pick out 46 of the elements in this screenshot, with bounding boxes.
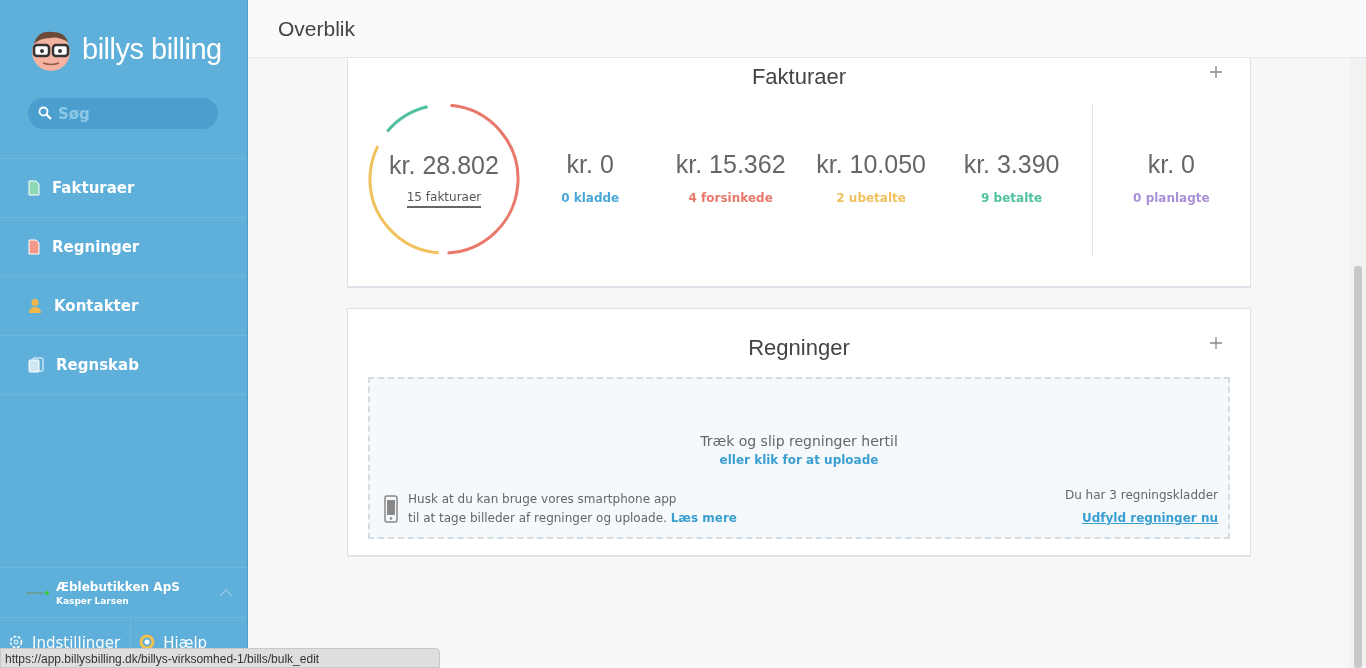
person-icon bbox=[28, 298, 42, 314]
settings-icon bbox=[8, 634, 24, 650]
nav-item[interactable]: Kontakter bbox=[0, 277, 247, 336]
stat-amount: kr. 10.050 bbox=[816, 149, 927, 179]
page-title: Overblik bbox=[278, 16, 356, 41]
stat-amount: kr. 15.362 bbox=[675, 149, 786, 179]
invoice-count-link[interactable]: 15 fakturaer bbox=[406, 189, 482, 208]
document-icon bbox=[28, 180, 40, 196]
drafts-text: Du har 3 regningskladder bbox=[1064, 488, 1218, 502]
plus-icon bbox=[1210, 66, 1222, 78]
status-url-tooltip: https://app.billysbilling.dk/billys-virksomhed-1/bills/bulk_edit bbox=[0, 648, 440, 668]
stat-link[interactable]: 4 forsinkede bbox=[688, 190, 773, 209]
documents-icon bbox=[28, 357, 44, 373]
nav-item[interactable]: Regnskab bbox=[0, 336, 247, 395]
drop-text: Træk og slip regninger hertil bbox=[700, 433, 898, 449]
company-logo-icon bbox=[26, 589, 50, 596]
fill-bills-link[interactable]: Udfyld regninger nu bbox=[1082, 511, 1218, 525]
nav-item[interactable]: Regninger bbox=[0, 218, 247, 277]
document-icon bbox=[28, 239, 40, 255]
scrollbar[interactable] bbox=[1350, 58, 1366, 668]
stat-amount: kr. 0 bbox=[566, 149, 614, 179]
upload-link[interactable]: eller klik for at uploade bbox=[719, 453, 879, 467]
stat-link[interactable]: 0 planlagte bbox=[1133, 190, 1210, 209]
stat-amount: kr. 0 bbox=[1147, 149, 1195, 179]
nav-item[interactable]: Fakturaer bbox=[0, 159, 247, 218]
drop-zone[interactable]: Træk og slip regninger hertil eller klik for at uploade Husk at du kan bruge vores smartphone app til at tage billeder af regninger og uploade. Læs mere Du har 3 regningskladder Udfyld regninger nu bbox=[368, 377, 1230, 539]
stat-link[interactable]: 0 kladde bbox=[561, 190, 620, 209]
company-switcher[interactable]: Æblebutikken ApS Kasper Larsen bbox=[0, 567, 247, 617]
user-name: Kasper Larsen bbox=[56, 595, 130, 606]
lifebuoy-icon bbox=[139, 634, 156, 650]
search-field[interactable]: Søg bbox=[28, 98, 218, 129]
search-icon bbox=[38, 106, 52, 120]
company-name: Æblebutikken ApS bbox=[56, 579, 181, 594]
plus-icon bbox=[1210, 337, 1222, 349]
card-title: Regninger bbox=[748, 335, 850, 361]
stat-link[interactable]: 9 betalte bbox=[981, 190, 1043, 209]
read-more-link[interactable]: Læs mere bbox=[670, 511, 737, 525]
card-title: Fakturaer bbox=[751, 64, 847, 90]
app-hint-text: til at tage billeder af regninger og uploade. bbox=[408, 511, 667, 525]
chevron-up-icon bbox=[219, 588, 233, 597]
app-hint-text: Husk at du kan bruge vores smartphone app bbox=[408, 492, 678, 506]
stat-amount: kr. 3.390 bbox=[963, 149, 1060, 179]
stat-link[interactable]: 2 ubetalte bbox=[836, 190, 906, 209]
total-amount: kr. 28.802 bbox=[389, 150, 499, 180]
smartphone-icon bbox=[384, 494, 398, 523]
brand-name: billys billing bbox=[82, 32, 222, 66]
